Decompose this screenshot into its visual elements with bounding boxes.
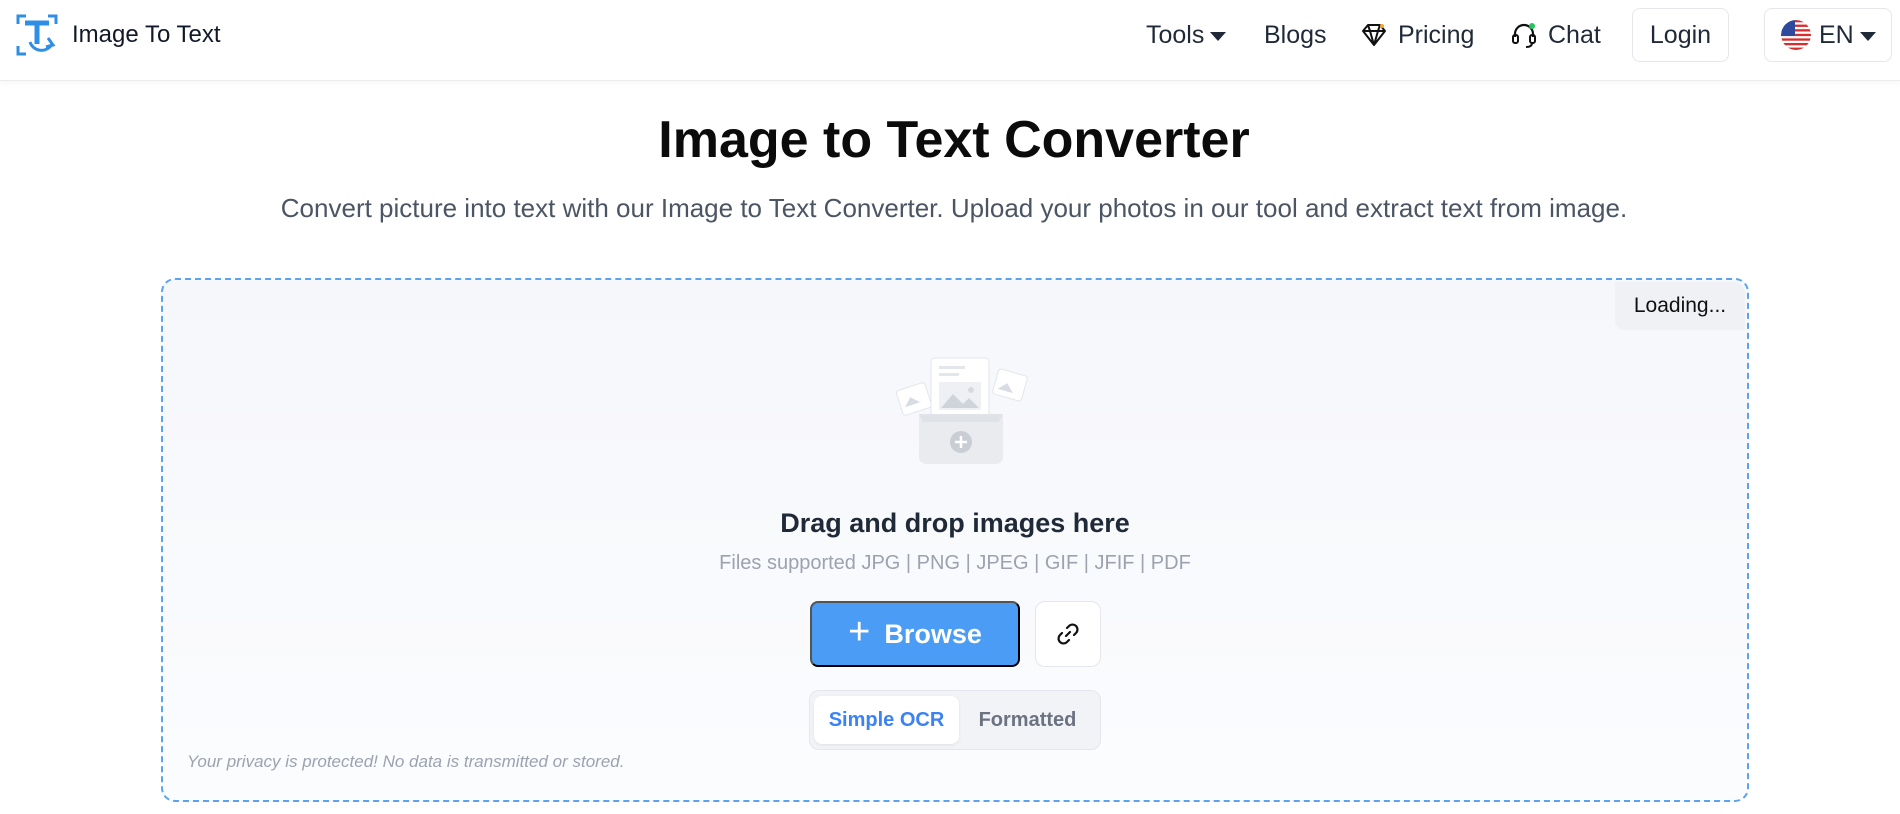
nav-tools[interactable]: Tools [1146, 12, 1227, 58]
logo-icon [16, 14, 58, 56]
login-button[interactable]: Login [1632, 8, 1729, 62]
us-flag-icon [1781, 20, 1811, 50]
ocr-mode-toggle: Simple OCR Formatted [809, 690, 1101, 750]
caret-down-icon [1859, 31, 1876, 41]
supported-formats: Files supported JPG | PNG | JPEG | GIF |… [719, 552, 1191, 574]
ocr-mode-simple[interactable]: Simple OCR [814, 696, 959, 744]
plus-icon: + [848, 611, 871, 653]
nav-pricing-label: Pricing [1398, 20, 1475, 49]
caret-down-icon [1210, 31, 1227, 41]
upload-dropzone[interactable]: Loading... Drag and drop images here Fil… [161, 278, 1749, 802]
page-title: Image to Text Converter [658, 111, 1250, 169]
nav-chat[interactable]: Chat [1510, 12, 1601, 58]
ocr-mode-formatted[interactable]: Formatted [959, 696, 1096, 744]
nav-tools-label: Tools [1146, 20, 1205, 49]
privacy-notice: Your privacy is protected! No data is tr… [187, 752, 625, 771]
page-subtitle: Convert picture into text with our Image… [280, 193, 1628, 223]
browse-button[interactable]: + Browse [810, 601, 1020, 667]
diamond-icon [1362, 24, 1386, 46]
language-label: EN [1819, 20, 1854, 49]
nav-pricing[interactable]: Pricing [1360, 12, 1474, 58]
link-icon [1057, 623, 1079, 645]
brand-name: Image To Text [72, 21, 221, 48]
upload-illustration-icon [895, 357, 1028, 464]
brand[interactable]: Image To Text [16, 12, 221, 58]
nav-blogs-label: Blogs [1264, 20, 1327, 49]
language-selector[interactable]: EN [1764, 8, 1892, 62]
loading-indicator: Loading... [1615, 282, 1745, 330]
browse-label: Browse [884, 618, 982, 649]
headset-icon [1512, 23, 1536, 48]
top-navbar: Image To Text Tools Blogs Pricing Chat L… [0, 0, 1900, 81]
nav-chat-label: Chat [1548, 20, 1601, 49]
drag-drop-title: Drag and drop images here [780, 508, 1130, 538]
url-upload-button[interactable] [1035, 601, 1101, 667]
nav-blogs[interactable]: Blogs [1264, 12, 1327, 58]
